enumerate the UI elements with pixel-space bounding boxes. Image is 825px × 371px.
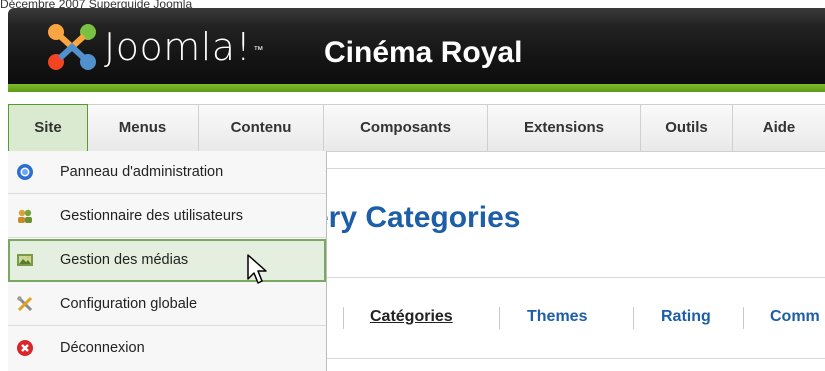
tab-rating[interactable]: Rating: [661, 308, 711, 326]
dropdown-item-media[interactable]: Gestion des médias: [8, 239, 326, 282]
dropdown-item-global-config[interactable]: Configuration globale: [8, 283, 326, 326]
site-title: Cinéma Royal: [324, 36, 523, 69]
dropdown-separator: [8, 237, 326, 238]
menu-composants[interactable]: Composants: [324, 105, 488, 151]
dropdown-item-logout[interactable]: Déconnexion: [8, 327, 326, 370]
dropdown-item-label: Gestionnaire des utilisateurs: [60, 208, 243, 224]
menu-outils[interactable]: Outils: [641, 105, 733, 151]
submenu-tabs: Catégories Themes Rating Comm: [325, 298, 825, 338]
tab-separator: [633, 307, 634, 329]
logout-icon: [17, 340, 33, 356]
users-icon: [18, 209, 32, 223]
menu-aide[interactable]: Aide: [733, 105, 825, 151]
tab-themes[interactable]: Themes: [527, 308, 587, 326]
content-divider-middle: [325, 277, 825, 278]
dropdown-item-control-panel[interactable]: Panneau d'administration: [8, 151, 326, 194]
dropdown-item-users[interactable]: Gestionnaire des utilisateurs: [8, 195, 326, 238]
admin-header: Joomla! ™ Cinéma Royal: [8, 8, 825, 92]
control-panel-icon: [17, 164, 33, 180]
tab-comments[interactable]: Comm: [770, 308, 820, 326]
header-accent-bar: [8, 84, 825, 92]
content-divider-bottom: [325, 358, 825, 359]
tab-separator: [743, 307, 744, 329]
dropdown-item-label: Déconnexion: [60, 340, 145, 356]
menu-site[interactable]: Site: [8, 104, 88, 151]
tab-separator: [499, 307, 500, 329]
dropdown-separator: [8, 325, 326, 326]
joomla-logo-icon: [48, 24, 96, 70]
menu-contenu[interactable]: Contenu: [199, 105, 324, 151]
menu-menus[interactable]: Menus: [87, 105, 199, 151]
mouse-pointer-icon: [247, 254, 267, 284]
site-dropdown-menu: Panneau d'administration Gestionnaire de…: [8, 151, 327, 371]
trademark-mark: ™: [253, 45, 264, 56]
tools-icon: [17, 296, 33, 312]
content-divider-top: [325, 168, 825, 169]
page-heading: ery Categories: [312, 201, 521, 234]
dropdown-item-label: Configuration globale: [60, 296, 198, 312]
media-icon: [17, 254, 33, 266]
joomla-brand: Joomla! ™: [104, 25, 264, 69]
menu-extensions[interactable]: Extensions: [488, 105, 641, 151]
tab-categories[interactable]: Catégories: [370, 308, 453, 326]
dropdown-separator: [8, 193, 326, 194]
main-menubar: Site Menus Contenu Composants Extensions…: [8, 104, 825, 152]
dropdown-item-label: Gestion des médias: [60, 252, 189, 268]
dropdown-item-label: Panneau d'administration: [60, 164, 224, 180]
tab-separator: [343, 307, 344, 329]
